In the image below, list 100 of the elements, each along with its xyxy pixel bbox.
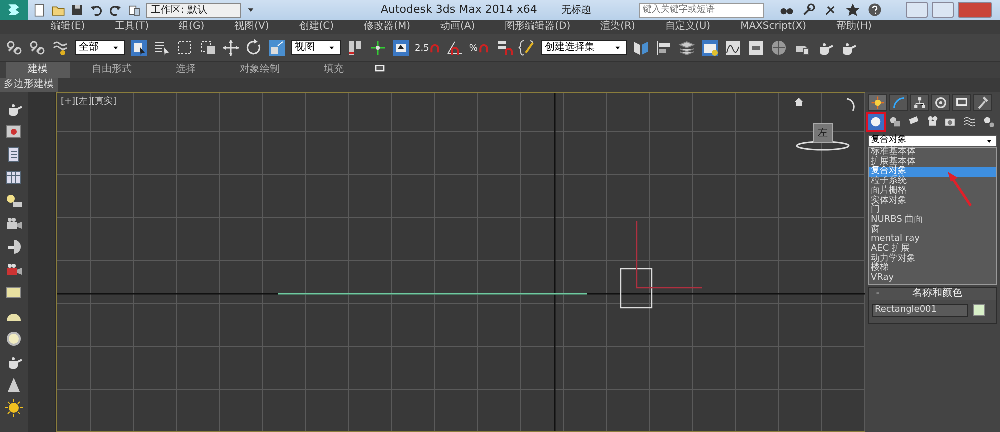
dropdown-option[interactable]: 面片栅格 xyxy=(869,186,996,197)
menu-item[interactable]: MAXScript(X) xyxy=(726,20,822,34)
ribbon-tab[interactable]: 对象绘制 xyxy=(218,62,302,78)
category-dropdown[interactable]: 复合对象 xyxy=(868,135,997,147)
motion-tab[interactable] xyxy=(931,94,950,111)
menu-item[interactable]: 修改器(M) xyxy=(349,20,426,34)
viewport-label[interactable]: [+][左][真实] xyxy=(61,96,117,110)
selection-filter-dropdown[interactable]: 全部 xyxy=(75,40,125,55)
schematic-view-icon[interactable] xyxy=(746,38,765,56)
help-icon[interactable] xyxy=(868,3,882,17)
collapse-toggle[interactable]: - xyxy=(873,288,883,300)
hierarchy-tab[interactable] xyxy=(910,94,929,111)
window-title: Autodesk 3ds Max 2014 x64 xyxy=(381,2,538,18)
disc-icon[interactable] xyxy=(5,330,23,348)
dropdown-option[interactable]: NURBS 曲面 xyxy=(869,216,996,226)
minimize-button[interactable] xyxy=(906,2,928,18)
geometry-icon xyxy=(868,115,883,129)
material-editor-icon[interactable] xyxy=(770,38,788,56)
rotate-icon[interactable] xyxy=(245,38,263,56)
motion-icon xyxy=(934,96,948,110)
dropdown-option[interactable]: 粒子系统 xyxy=(869,177,996,187)
hammer-icon xyxy=(976,96,990,110)
link-icon[interactable] xyxy=(6,38,24,56)
menu-item[interactable]: 图形编辑器(D) xyxy=(490,20,586,34)
new-file-icon[interactable] xyxy=(32,2,47,18)
star-icon xyxy=(870,96,884,110)
light-icon[interactable] xyxy=(5,192,23,210)
select-object-icon[interactable] xyxy=(130,38,148,56)
menu-item[interactable]: 编辑(E) xyxy=(36,20,100,34)
workspace-dropdown[interactable]: 工作区: 默认 xyxy=(146,2,241,18)
cone-icon[interactable] xyxy=(5,376,23,394)
scene-explorer-icon[interactable] xyxy=(700,38,719,56)
name-field[interactable]: Rectangle001 xyxy=(872,304,968,317)
menu-item[interactable]: 工具(T) xyxy=(100,20,164,34)
line-object[interactable] xyxy=(278,293,587,295)
edit-named-selection-icon[interactable] xyxy=(518,38,536,56)
coordinate-system-dropdown[interactable]: 视图 xyxy=(291,40,341,55)
dropdown-option[interactable]: 窗 xyxy=(869,226,996,236)
compass-ring[interactable] xyxy=(796,141,850,151)
color-swatch[interactable] xyxy=(973,304,985,316)
pivot-icon[interactable] xyxy=(346,38,364,56)
utilities-tab[interactable] xyxy=(973,94,992,111)
dropdown-option[interactable]: 门 xyxy=(869,206,996,216)
arc-icon xyxy=(892,96,906,110)
document-title: 无标题 xyxy=(561,4,592,18)
window-crossing-icon[interactable] xyxy=(199,38,217,56)
modify-tab[interactable] xyxy=(889,94,908,111)
geometry-button[interactable] xyxy=(868,114,884,130)
dropdown-option[interactable]: VRay xyxy=(869,274,996,284)
keyboard-shortcut-icon[interactable] xyxy=(392,38,410,56)
ribbon-tab[interactable]: 填充 xyxy=(302,62,366,78)
menu-item[interactable]: 动画(A) xyxy=(426,20,490,34)
unlink-icon[interactable] xyxy=(29,38,47,56)
display-tab[interactable] xyxy=(952,94,971,111)
sun-icon[interactable] xyxy=(5,399,23,417)
menu-item[interactable]: 视图(V) xyxy=(220,20,284,34)
annotation-arrow xyxy=(948,172,972,207)
dropdown-option[interactable]: 楼梯 xyxy=(869,264,996,274)
star-icon[interactable] xyxy=(846,3,860,17)
snap-label: 2.5 xyxy=(415,44,430,54)
scale-icon[interactable] xyxy=(268,38,286,56)
rollout-title: 名称和颜色 xyxy=(912,286,964,302)
named-selection-dropdown[interactable]: 创建选择集 xyxy=(540,40,627,55)
restore-button[interactable] xyxy=(932,2,954,18)
save-icon[interactable] xyxy=(70,2,85,18)
render-window-icon[interactable] xyxy=(5,123,23,141)
ribbon-tab[interactable]: 建模 xyxy=(6,62,70,78)
workspace-label: 工作区: 默认 xyxy=(151,4,208,18)
ribbon-panel-label: 多边形建模 xyxy=(0,78,58,92)
systems-icon xyxy=(982,115,996,129)
wrench-icon[interactable] xyxy=(802,3,816,17)
ribbon-tab[interactable]: 选择 xyxy=(154,62,218,78)
shapes-icon xyxy=(888,115,902,129)
view-cube[interactable]: 左 xyxy=(813,123,833,143)
move-icon[interactable] xyxy=(222,38,240,56)
align-icon[interactable] xyxy=(654,38,673,56)
half-sphere-icon[interactable] xyxy=(5,238,23,256)
home-icon[interactable] xyxy=(795,98,803,106)
menu-item[interactable]: 创建(C) xyxy=(284,20,350,34)
rectangle-object[interactable] xyxy=(620,268,653,309)
rectangle-selection-icon[interactable] xyxy=(176,38,194,56)
create-tab[interactable] xyxy=(868,94,887,111)
dropdown-option[interactable]: AEC 扩展 xyxy=(869,245,996,255)
layers-icon[interactable] xyxy=(678,38,696,56)
menu-item[interactable]: 组(G) xyxy=(164,20,220,34)
search-field[interactable]: 键入关键字或短语 xyxy=(639,2,764,18)
menu-item[interactable]: 渲染(R) xyxy=(586,20,650,34)
app-logo[interactable] xyxy=(0,0,28,20)
menu-item[interactable]: 自定义(U) xyxy=(650,20,726,34)
percent-label: % xyxy=(469,44,478,54)
viewport[interactable]: [+][左][真实] 左 xyxy=(56,92,865,432)
table-icon[interactable] xyxy=(5,169,23,187)
logo-icon xyxy=(6,2,22,18)
ribbon-tab[interactable]: 自由形式 xyxy=(70,62,154,78)
dropdown-list[interactable]: 标准基本体 扩展基本体 复合对象 粒子系统 面片栅格 实体对象 门 NURBS 曲面 窗 mental ray AEC 扩展 动力学对象 楼梯 VRay xyxy=(868,147,997,285)
manipulate-icon[interactable] xyxy=(369,38,387,56)
dropdown-option[interactable]: 标准基本体 xyxy=(869,148,996,158)
hier-icon xyxy=(912,96,926,110)
curve-editor-icon[interactable] xyxy=(724,38,742,56)
menu-item[interactable]: 帮助(H) xyxy=(822,20,887,34)
